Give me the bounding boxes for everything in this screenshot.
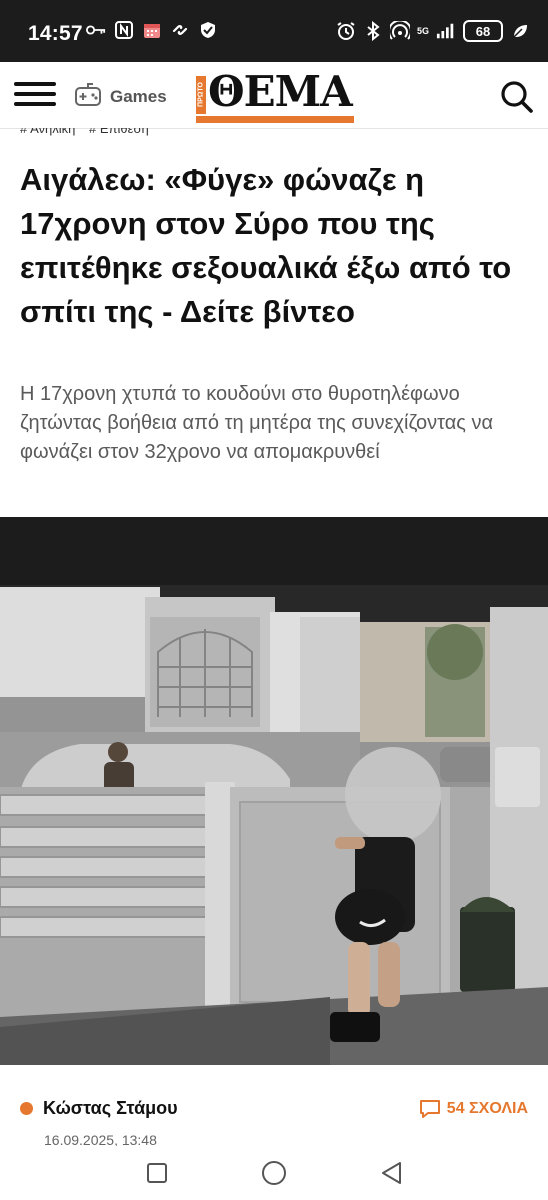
search-button[interactable] [500,80,534,114]
system-nav-bar [0,1146,548,1200]
games-label: Games [110,86,167,106]
status-bar: 14:57 5G 68 [0,0,548,62]
key-icon [86,20,106,40]
hamburger-menu-button[interactable] [14,82,56,110]
games-link[interactable]: Games [74,81,167,112]
link-icon [170,20,190,40]
app-header: Games ΠΡΩΤΟ ΘΕΜΑ [0,62,548,129]
gamepad-icon [74,81,102,112]
menu-line-icon [14,92,56,96]
tag-link[interactable]: # Επίθεση [89,128,149,136]
recent-apps-button[interactable] [142,1158,172,1188]
nfc-icon [114,20,134,40]
menu-line-icon [14,102,56,106]
author-byline[interactable]: Κώστας Στάμου [20,1098,178,1119]
menu-line-icon [14,82,56,86]
signal-icon [436,21,456,41]
cctv-scene-image [0,517,548,1065]
leaf-icon [510,21,530,41]
article-date: 16.09.2025, 13:48 [44,1132,157,1146]
battery-indicator: 68 [463,20,503,42]
author-dot-icon [20,1102,33,1115]
calendar-icon [142,20,162,40]
author-name: Κώστας Στάμου [43,1098,178,1118]
article-lead: Η 17χρονη χτυπά το κουδούνι στο θυροτηλέ… [20,383,494,463]
home-button[interactable] [259,1158,289,1188]
bluetooth-icon [363,21,383,41]
tag-link[interactable]: # Ανηλίκη [20,128,75,136]
hotspot-icon [389,21,410,41]
logo-underline [196,116,354,123]
status-right-icons: 5G 68 [336,20,530,42]
article-headline: Αιγάλεω: «Φύγε» φώναζε η 17χρονη στον Σύ… [20,162,512,329]
status-left-icons [86,20,218,40]
shield-icon [198,20,218,40]
logo-text: ΘΕΜΑ [208,67,353,116]
search-icon [501,81,533,113]
alarm-icon [336,21,356,41]
recent-apps-icon [147,1163,167,1183]
logo-side-text: ΠΡΩΤΟ [197,82,205,107]
comments-link[interactable]: 54 ΣΧΟΛΙΑ [419,1099,528,1119]
article-tags: # Ανηλίκη # Επίθεση [20,128,159,138]
status-time: 14:57 [28,22,83,45]
back-button[interactable] [376,1158,406,1188]
home-icon [262,1161,286,1185]
comment-bubble-icon [419,1100,440,1118]
site-logo[interactable]: ΠΡΩΤΟ ΘΕΜΑ [196,68,354,124]
article-hero-image[interactable] [0,517,548,1065]
comments-label: 54 ΣΧΟΛΙΑ [446,1100,528,1117]
back-icon [382,1162,401,1184]
network-label: 5G [416,25,429,36]
